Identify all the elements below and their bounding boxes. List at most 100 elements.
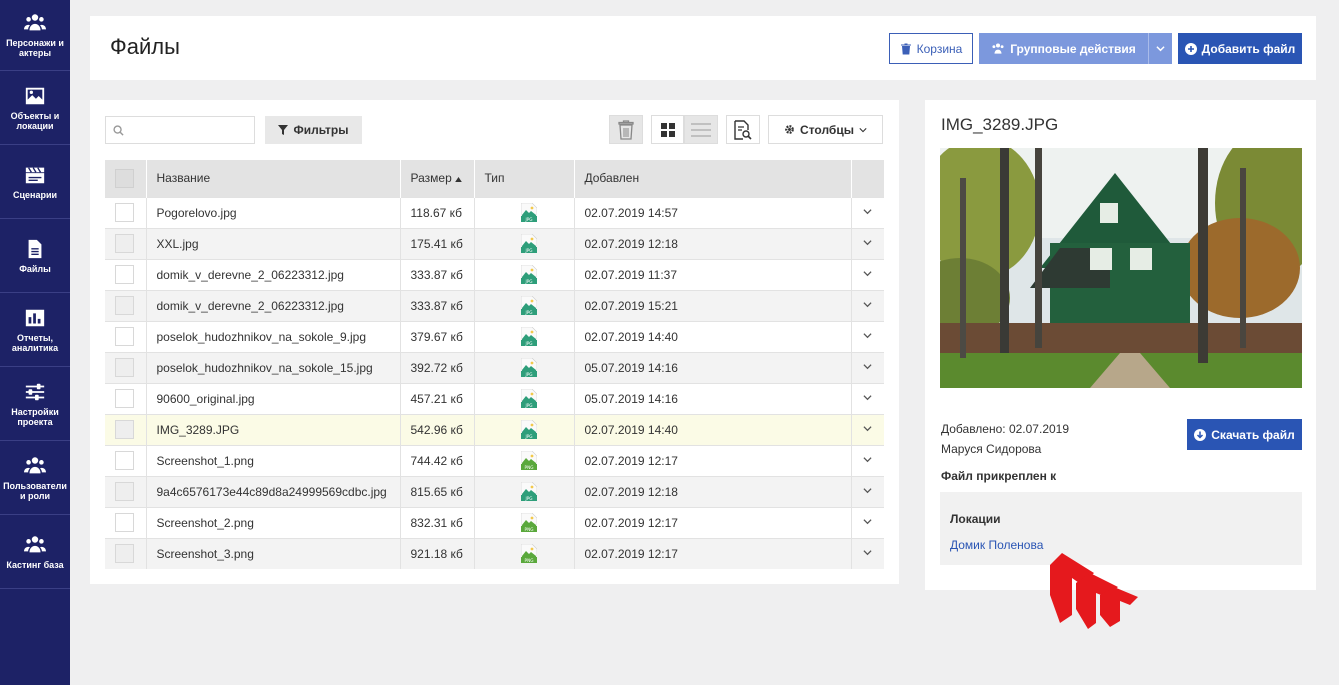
row-checkbox[interactable] bbox=[115, 482, 134, 501]
search-input[interactable] bbox=[105, 116, 255, 144]
list-view-button[interactable] bbox=[684, 115, 718, 144]
row-select-cell bbox=[105, 475, 147, 507]
sidebar-item-objects[interactable]: Объекты и локации bbox=[0, 71, 70, 145]
row-menu-toggle[interactable] bbox=[851, 475, 884, 507]
row-menu-toggle[interactable] bbox=[851, 258, 884, 290]
file-name[interactable]: Screenshot_1.png bbox=[146, 444, 401, 476]
file-type-label: JPG bbox=[524, 310, 532, 315]
sidebar-item-casting[interactable]: Кастинг база bbox=[0, 515, 70, 589]
table-row[interactable]: Screenshot_2.png 832.31 кб PNG 02.07.2019 1… bbox=[105, 506, 884, 538]
row-select-cell bbox=[105, 196, 147, 228]
file-name[interactable]: IMG_3289.JPG bbox=[146, 413, 401, 445]
table-row[interactable]: Screenshot_3.png 921.18 кб PNG 02.07.2019 1… bbox=[105, 537, 884, 569]
select-all-checkbox[interactable] bbox=[115, 168, 134, 188]
filters-button[interactable]: Фильтры bbox=[265, 116, 362, 144]
file-type-cell: PNG bbox=[474, 506, 575, 538]
row-menu-toggle[interactable] bbox=[851, 413, 884, 445]
file-type-label: PNG bbox=[525, 465, 534, 470]
row-menu-toggle[interactable] bbox=[851, 382, 884, 414]
file-name[interactable]: domik_v_derevne_2_06223312.jpg bbox=[146, 289, 401, 321]
file-name[interactable]: poselok_hudozhnikov_na_sokole_15.jpg bbox=[146, 351, 401, 383]
row-checkbox[interactable] bbox=[115, 296, 134, 315]
grid-view-button[interactable] bbox=[651, 115, 684, 144]
sidebar-item-scenarios[interactable]: Сценарии bbox=[0, 145, 70, 219]
list-icon bbox=[691, 122, 711, 137]
group-actions-button[interactable]: Групповые действия bbox=[979, 33, 1148, 64]
file-detail-panel: IMG_3289.JPG Добавлено: 02.07.2019 Марус… bbox=[925, 100, 1316, 590]
sidebar-item-users[interactable]: Пользователи и роли bbox=[0, 441, 70, 515]
file-size: 118.67 кб bbox=[400, 196, 475, 228]
row-checkbox[interactable] bbox=[115, 544, 134, 564]
table-row[interactable]: Pogorelovo.jpg 118.67 кб JPG 02.07.2019 14:… bbox=[105, 196, 884, 228]
row-checkbox[interactable] bbox=[115, 327, 134, 346]
group-actions-dropdown[interactable] bbox=[1148, 33, 1172, 64]
column-header-type[interactable]: Тип bbox=[474, 160, 575, 197]
table-row[interactable]: Screenshot_1.png 744.42 кб PNG 02.07.2019 1… bbox=[105, 444, 884, 476]
row-checkbox[interactable] bbox=[115, 513, 134, 532]
image-file-icon: JPG bbox=[521, 296, 537, 315]
table-row[interactable]: poselok_hudozhnikov_na_sokole_9.jpg 379.6… bbox=[105, 320, 884, 352]
sidebar-item-settings[interactable]: Настройки проекта bbox=[0, 367, 70, 441]
table-row[interactable]: 90600_original.jpg 457.21 кб JPG 05.07.2019… bbox=[105, 382, 884, 414]
row-menu-toggle[interactable] bbox=[851, 196, 884, 228]
row-menu-toggle[interactable] bbox=[851, 289, 884, 321]
download-file-button[interactable]: Скачать файл bbox=[1187, 419, 1302, 450]
file-name[interactable]: Screenshot_2.png bbox=[146, 506, 401, 538]
image-file-icon: JPG bbox=[521, 389, 537, 408]
image-file-icon: JPG bbox=[521, 482, 537, 501]
image-file-icon: JPG bbox=[521, 234, 537, 253]
preview-button[interactable] bbox=[726, 115, 760, 144]
file-size: 815.65 кб bbox=[400, 475, 475, 507]
file-added-date: 02.07.2019 14:57 bbox=[574, 196, 852, 228]
file-name[interactable]: poselok_hudozhnikov_na_sokole_9.jpg bbox=[146, 320, 401, 352]
trash-button[interactable]: Корзина bbox=[889, 33, 973, 64]
row-checkbox[interactable] bbox=[115, 389, 134, 408]
sidebar-item-reports[interactable]: Отчеты, аналитика bbox=[0, 293, 70, 367]
file-name[interactable]: Pogorelovo.jpg bbox=[146, 196, 401, 228]
file-name[interactable]: 90600_original.jpg bbox=[146, 382, 401, 414]
row-menu-toggle[interactable] bbox=[851, 444, 884, 476]
add-file-button[interactable]: Добавить файл bbox=[1178, 33, 1302, 64]
file-name[interactable]: domik_v_derevne_2_06223312.jpg bbox=[146, 258, 401, 290]
filters-label: Фильтры bbox=[293, 123, 349, 137]
chevron-down-icon bbox=[863, 332, 872, 338]
red-arrow-mark bbox=[1050, 553, 1138, 629]
table-row[interactable]: 9a4c6576173e44c89d8a24999569cdbc.jpg 815.… bbox=[105, 475, 884, 507]
users-icon bbox=[992, 42, 1004, 54]
delete-button[interactable] bbox=[609, 115, 643, 144]
row-checkbox[interactable] bbox=[115, 234, 134, 253]
sidebar-item-characters[interactable]: Персонажи и актеры bbox=[0, 0, 70, 71]
file-type-label: JPG bbox=[524, 434, 532, 439]
table-row[interactable]: IMG_3289.JPG 542.96 кб JPG 02.07.2019 14:40 bbox=[105, 413, 884, 445]
file-name[interactable]: Screenshot_3.png bbox=[146, 537, 401, 569]
file-name[interactable]: XXL.jpg bbox=[146, 227, 401, 259]
users-icon bbox=[24, 535, 46, 552]
row-checkbox[interactable] bbox=[115, 203, 134, 222]
row-checkbox[interactable] bbox=[115, 265, 134, 284]
file-preview-image[interactable] bbox=[940, 148, 1302, 388]
table-row[interactable]: poselok_hudozhnikov_na_sokole_15.jpg 392.… bbox=[105, 351, 884, 383]
file-added-date: 05.07.2019 14:16 bbox=[574, 351, 852, 383]
location-link[interactable]: Домик Поленова bbox=[950, 538, 1043, 552]
sidebar-item-files[interactable]: Файлы bbox=[0, 219, 70, 293]
table-row[interactable]: domik_v_derevne_2_06223312.jpg 333.87 кб J… bbox=[105, 258, 884, 290]
table-row[interactable]: XXL.jpg 175.41 кб JPG 02.07.2019 12:18 bbox=[105, 227, 884, 259]
table-row[interactable]: domik_v_derevne_2_06223312.jpg 333.87 кб J… bbox=[105, 289, 884, 321]
row-checkbox[interactable] bbox=[115, 358, 134, 377]
file-name[interactable]: 9a4c6576173e44c89d8a24999569cdbc.jpg bbox=[146, 475, 401, 507]
row-checkbox[interactable] bbox=[115, 420, 134, 439]
row-menu-toggle[interactable] bbox=[851, 537, 884, 569]
column-header-size[interactable]: Размер bbox=[400, 160, 475, 197]
columns-dropdown[interactable]: Столбцы bbox=[768, 115, 883, 144]
file-added-date: 05.07.2019 14:16 bbox=[574, 382, 852, 414]
page-title: Файлы bbox=[110, 34, 180, 59]
column-header-name[interactable]: Название bbox=[146, 160, 401, 197]
row-menu-toggle[interactable] bbox=[851, 351, 884, 383]
row-menu-toggle[interactable] bbox=[851, 506, 884, 538]
row-menu-toggle[interactable] bbox=[851, 227, 884, 259]
row-checkbox[interactable] bbox=[115, 451, 134, 470]
row-menu-toggle[interactable] bbox=[851, 320, 884, 352]
file-type-cell: PNG bbox=[474, 444, 575, 476]
columns-label: Столбцы bbox=[800, 122, 854, 137]
column-header-added[interactable]: Добавлен bbox=[574, 160, 852, 197]
